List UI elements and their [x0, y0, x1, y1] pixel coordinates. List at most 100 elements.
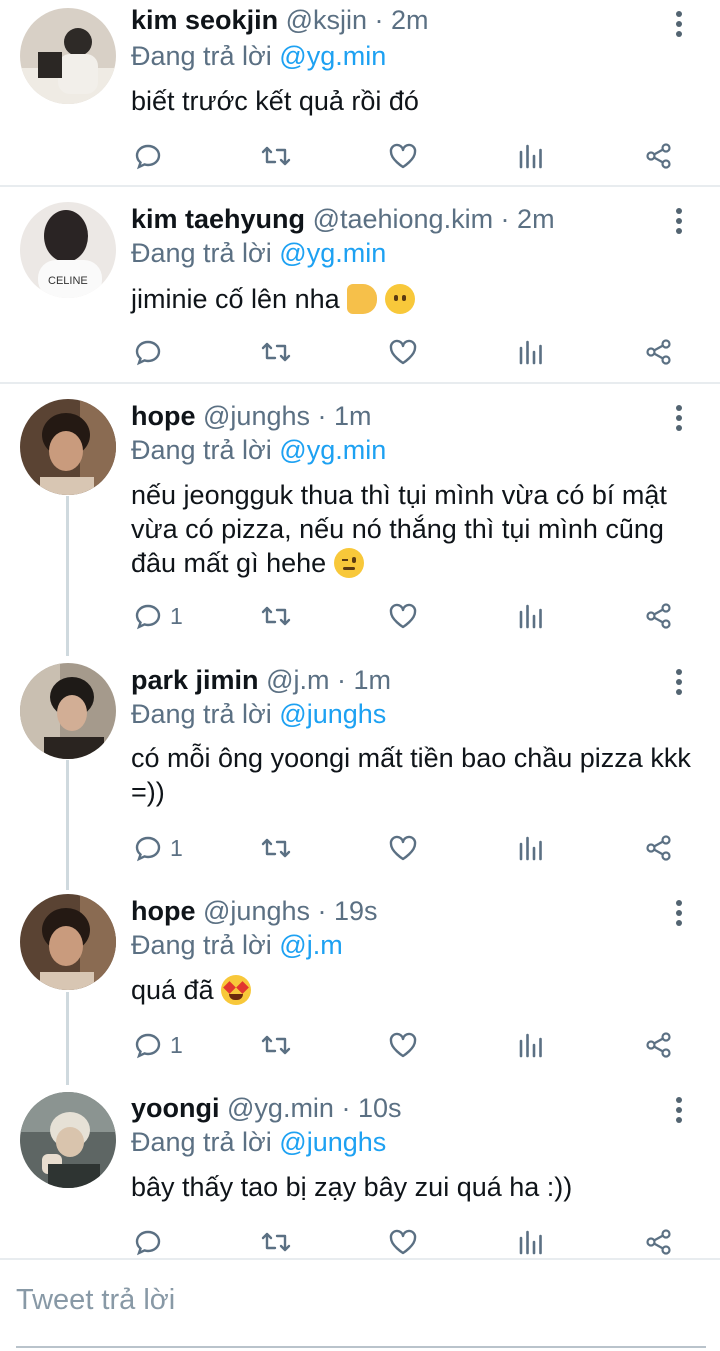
like-button[interactable] [388, 1025, 418, 1065]
heart-icon [389, 1229, 417, 1255]
user-name[interactable]: yoongi [131, 1093, 220, 1123]
tweet-text: jiminie cố lên nha [131, 282, 691, 316]
reply-button[interactable] [134, 136, 162, 176]
more-options-icon[interactable] [667, 897, 691, 929]
more-options-icon[interactable] [667, 402, 691, 434]
analytics-icon [519, 604, 542, 629]
share-button[interactable] [645, 828, 673, 868]
avatar[interactable]: CELINE [20, 202, 116, 298]
share-button[interactable] [645, 332, 673, 372]
reply-input[interactable]: Tweet trả lời [16, 1284, 175, 1317]
heart-icon [389, 835, 417, 861]
reply-button[interactable] [134, 1222, 162, 1258]
reply-to-handle[interactable]: @yg.min [279, 41, 386, 71]
tweet-text: có mỗi ông yoongi mất tiền bao chầu pizz… [131, 743, 691, 807]
reply-icon [135, 1033, 161, 1059]
heart-icon [389, 143, 417, 169]
share-button[interactable] [645, 136, 673, 176]
winking-face-emoji [333, 548, 364, 578]
reply-icon [135, 604, 161, 630]
analytics-button[interactable] [518, 136, 544, 176]
reply-count: 1 [170, 1031, 183, 1058]
more-options-icon[interactable] [667, 1094, 691, 1126]
share-icon [646, 1229, 671, 1255]
tweet[interactable]: yoongi @yg.min · 10s Đang trả lời @jungh… [0, 1080, 720, 1258]
tweet-text: quá đã [131, 973, 691, 1007]
user-handle-time: @ksjin · 2m [285, 5, 429, 35]
tweet[interactable]: kim seokjin @ksjin · 2m Đang trả lời @yg… [0, 0, 720, 186]
analytics-icon [519, 836, 542, 861]
reply-count: 1 [170, 602, 183, 629]
reply-icon [135, 144, 161, 170]
reply-to-handle[interactable]: @yg.min [279, 238, 386, 268]
retweet-icon [261, 1035, 291, 1055]
user-name[interactable]: hope [131, 896, 196, 926]
heart-icon [389, 339, 417, 365]
share-icon [646, 1032, 671, 1058]
user-name[interactable]: park jimin [131, 665, 259, 695]
share-icon [646, 143, 671, 169]
share-icon [646, 835, 671, 861]
more-options-icon[interactable] [667, 205, 691, 237]
user-name[interactable]: hope [131, 401, 196, 431]
retweet-button[interactable] [260, 1025, 292, 1065]
analytics-button[interactable] [518, 332, 544, 372]
avatar[interactable] [20, 663, 116, 759]
analytics-icon [519, 340, 542, 365]
reply-icon [135, 340, 161, 366]
reply-compose-bar[interactable]: Tweet trả lời [0, 1258, 720, 1351]
user-name[interactable]: kim taehyung [131, 204, 305, 234]
retweet-button[interactable] [260, 136, 292, 176]
tweet[interactable]: park jimin @j.m · 1m Đang trả lời @jungh… [0, 650, 720, 880]
retweet-icon [261, 838, 291, 858]
avatar[interactable] [20, 894, 116, 990]
like-button[interactable] [388, 596, 418, 636]
user-handle-time: @junghs · 19s [203, 896, 378, 926]
reply-prefix: Đang trả lời [131, 41, 272, 71]
user-handle-time: @j.m · 1m [266, 665, 391, 695]
reply-to-handle[interactable]: @j.m [279, 930, 342, 960]
avatar[interactable] [20, 8, 116, 104]
reply-prefix: Đang trả lời [131, 435, 272, 465]
reply-button[interactable] [134, 332, 162, 372]
retweet-icon [261, 146, 291, 166]
tweet[interactable]: hope @junghs · 19s Đang trả lời @j.m quá… [0, 880, 720, 1080]
tweet[interactable]: CELINE kim taehyung @taehiong.kim · 2m Đ… [0, 187, 720, 382]
like-button[interactable] [388, 332, 418, 372]
share-button[interactable] [645, 1222, 673, 1258]
analytics-button[interactable] [518, 1025, 544, 1065]
analytics-button[interactable] [518, 596, 544, 636]
analytics-button[interactable] [518, 828, 544, 868]
more-options-icon[interactable] [667, 666, 691, 698]
retweet-button[interactable] [260, 828, 292, 868]
svg-text:CELINE: CELINE [48, 275, 88, 287]
reply-to-handle[interactable]: @junghs [279, 1127, 386, 1157]
like-button[interactable] [388, 828, 418, 868]
reply-icon [135, 1230, 161, 1256]
user-name[interactable]: kim seokjin [131, 5, 278, 35]
reply-to-handle[interactable]: @junghs [279, 699, 386, 729]
avatar[interactable] [20, 1092, 116, 1188]
retweet-icon [261, 606, 291, 626]
analytics-button[interactable] [518, 1222, 544, 1258]
retweet-button[interactable] [260, 596, 292, 636]
avatar[interactable] [20, 399, 116, 495]
reply-button[interactable]: 1 [134, 828, 183, 868]
star-struck-emoji [221, 975, 252, 1005]
reply-button[interactable]: 1 [134, 596, 183, 636]
input-underline [16, 1346, 706, 1348]
retweet-icon [261, 1232, 291, 1252]
retweet-button[interactable] [260, 1222, 292, 1258]
reply-button[interactable]: 1 [134, 1025, 183, 1065]
retweet-button[interactable] [260, 332, 292, 372]
reply-to-handle[interactable]: @yg.min [279, 435, 386, 465]
like-button[interactable] [388, 1222, 418, 1258]
tweet[interactable]: hope @junghs · 1m Đang trả lời @yg.min n… [0, 384, 720, 650]
more-options-icon[interactable] [667, 8, 691, 40]
heart-icon [389, 603, 417, 629]
tweet-text: nếu jeongguk thua thì tụi mình vừa có bí… [131, 480, 667, 578]
share-icon [646, 603, 671, 629]
share-button[interactable] [645, 596, 673, 636]
like-button[interactable] [388, 136, 418, 176]
share-button[interactable] [645, 1025, 673, 1065]
